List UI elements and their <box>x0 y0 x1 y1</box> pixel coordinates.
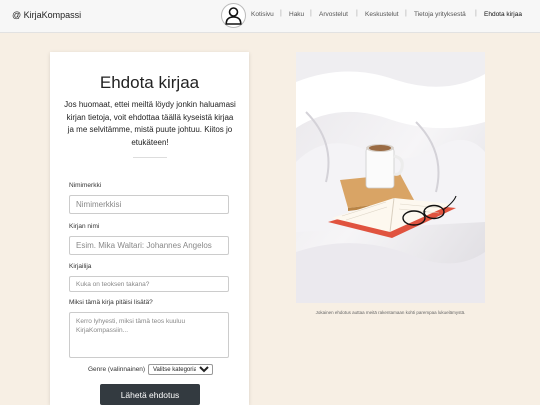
reason-label: Miksi tämä kirja pitäisi lisätä? <box>69 299 153 306</box>
nav-arvostelut[interactable]: Arvostelut <box>319 11 348 18</box>
nav-separator: | <box>475 10 477 17</box>
book-name-input[interactable] <box>69 236 229 255</box>
nav-separator: | <box>405 10 407 17</box>
reason-textarea[interactable] <box>69 312 229 358</box>
nav-kotisivu[interactable]: Kotisivu <box>251 11 274 18</box>
page-title: Ehdota kirjaa <box>99 73 200 92</box>
nav-keskustelut[interactable]: Keskustelut <box>365 11 399 18</box>
nav-ehdota-kirjaa[interactable]: Ehdota kirjaa <box>484 11 522 18</box>
top-navbar: @ KirjaKompassi Kotisivu | Haku | Arvost… <box>0 0 540 33</box>
nav-haku[interactable]: Haku <box>289 11 304 18</box>
author-input[interactable] <box>69 276 229 292</box>
author-label: Kirjailija <box>69 263 92 270</box>
submit-button[interactable]: Lähetä ehdotus <box>100 384 200 405</box>
book-name-label: Kirjan nimi <box>69 223 100 230</box>
nickname-input[interactable] <box>69 195 229 214</box>
nav-separator: | <box>356 10 358 17</box>
brand-logo[interactable]: @ KirjaKompassi <box>12 10 81 20</box>
divider <box>133 157 167 158</box>
user-avatar-icon[interactable] <box>221 3 246 28</box>
photo-caption: Jokainen ehdotus auttaa meitä rakentamaa… <box>315 310 466 315</box>
book-coffee-photo <box>296 52 485 303</box>
bed-book-illustration <box>296 52 485 303</box>
nav-separator: | <box>310 10 312 17</box>
nickname-label: Nimimerkki <box>69 182 102 189</box>
intro-text: Jos huomaat, ettei meiltä löydy jonkin h… <box>64 100 236 147</box>
nav-separator: | <box>280 10 282 17</box>
nav-tietoja[interactable]: Tietoja yrityksestä <box>414 11 466 18</box>
genre-label: Genre (valinnainen) <box>88 366 146 373</box>
genre-select[interactable]: Valitse kategoria... <box>148 364 213 375</box>
